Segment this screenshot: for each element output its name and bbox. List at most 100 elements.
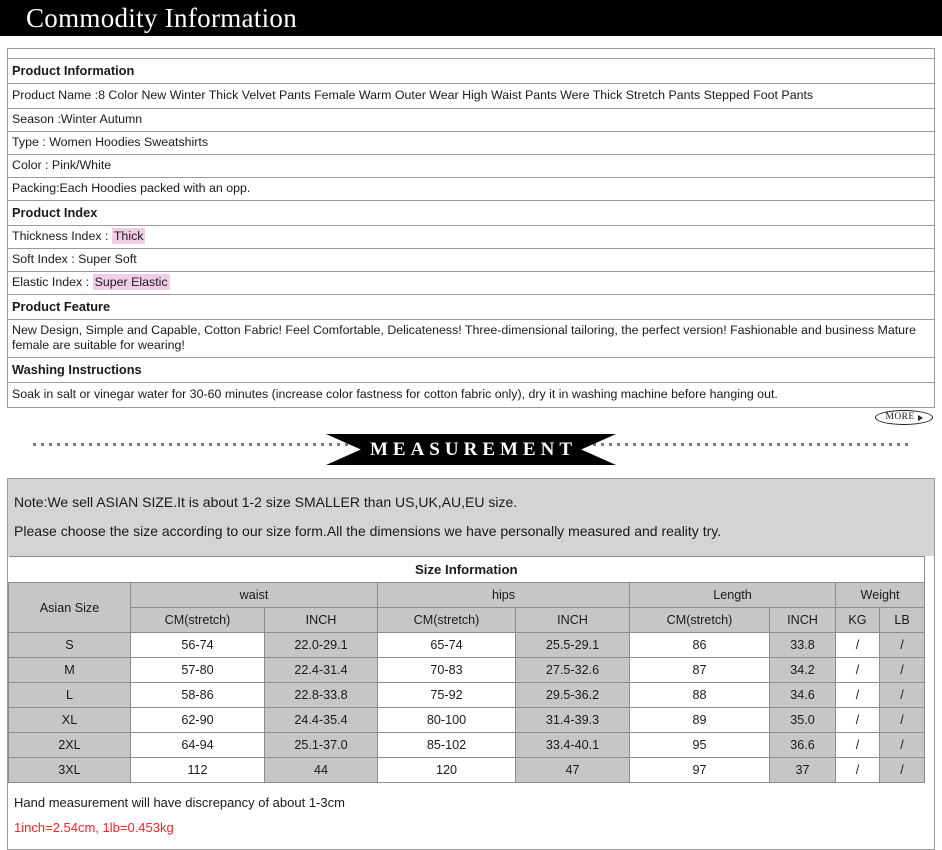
cell-waist-inch: 44	[264, 757, 378, 783]
product-feature-heading: Product Feature	[8, 294, 934, 320]
cell-waist-cm: 57-80	[130, 657, 265, 683]
soft-index-row: Soft Index : Super Soft	[8, 248, 934, 272]
size-note-line-1: Note:We sell ASIAN SIZE.It is about 1-2 …	[14, 494, 518, 510]
cell-size: S	[8, 632, 131, 658]
table-spacer-row	[8, 49, 934, 59]
cell-length-cm: 89	[629, 707, 770, 733]
product-information-heading: Product Information	[8, 58, 934, 84]
more-button-row: MORE	[0, 410, 942, 432]
cell-hips-inch: 33.4-40.1	[515, 732, 630, 758]
cell-kg: /	[835, 682, 880, 708]
subheader-hips-inch: INCH	[515, 607, 630, 633]
table-row: New Design, Simple and Capable, Cotton F…	[8, 319, 934, 358]
cell-kg: /	[835, 757, 880, 783]
header-weight: Weight	[834, 582, 926, 608]
cell-length-inch: 35.0	[769, 707, 836, 733]
cell-hips-cm: 65-74	[377, 632, 516, 658]
cell-hips-cm: 120	[377, 757, 516, 783]
cell-waist-inch: 22.0-29.1	[264, 632, 378, 658]
subheader-kg: KG	[835, 607, 880, 633]
table-subheader-row: CM(stretch) INCH CM(stretch) INCH CM(str…	[9, 607, 926, 633]
cell-hips-cm: 70-83	[377, 657, 516, 683]
cell-hips-cm: 75-92	[377, 682, 516, 708]
table-row: Product Information	[8, 58, 934, 84]
hand-measurement-note: Hand measurement will have discrepancy o…	[14, 795, 345, 810]
cell-length-inch: 34.2	[769, 657, 836, 683]
cell-hips-cm: 85-102	[377, 732, 516, 758]
cell-size: L	[8, 682, 131, 708]
product-index-heading: Product Index	[8, 200, 934, 226]
cell-length-cm: 87	[629, 657, 770, 683]
cell-waist-inch: 22.8-33.8	[264, 682, 378, 708]
more-button-label: MORE	[885, 411, 915, 422]
washing-instructions-text: Soak in salt or vinegar water for 30-60 …	[8, 382, 934, 408]
cell-length-cm: 97	[629, 757, 770, 783]
table-row: Soft Index : Super Soft	[8, 248, 934, 272]
table-row: Size Information	[8, 556, 926, 583]
table-row: S 56-74 22.0-29.1 65-74 25.5-29.1 86 33.…	[8, 632, 926, 658]
table-row: 3XL 112 44 120 47 97 37 / /	[8, 757, 926, 783]
cell-waist-cm: 56-74	[130, 632, 265, 658]
cell-length-inch: 33.8	[769, 632, 836, 658]
table-row: Elastic Index : Super Elastic	[8, 271, 934, 295]
cell-lb: /	[878, 632, 926, 658]
cell-waist-cm: 64-94	[130, 732, 265, 758]
header-asian-size: Asian Size	[8, 582, 131, 633]
table-row: Color : Pink/White	[8, 154, 934, 178]
header-hips: hips	[377, 582, 630, 608]
cell-lb: /	[878, 757, 926, 783]
cell-length-inch: 34.6	[769, 682, 836, 708]
type-row: Type : Women Hoodies Sweatshirts	[8, 131, 934, 155]
thickness-index-label: Thickness Index :	[12, 229, 112, 243]
table-row: Type : Women Hoodies Sweatshirts	[8, 131, 934, 155]
table-row: Season :Winter Autumn	[8, 108, 934, 132]
product-name-row: Product Name :8 Color New Winter Thick V…	[8, 83, 934, 109]
table-row: Thickness Index : Thick	[8, 225, 934, 249]
elastic-index-value: Super Elastic	[92, 274, 170, 290]
season-row: Season :Winter Autumn	[8, 108, 934, 132]
subheader-waist-inch: INCH	[264, 607, 378, 633]
cell-lb: /	[878, 682, 926, 708]
spacer-cell	[8, 49, 934, 59]
measurement-banner: MEASUREMENT	[326, 434, 616, 465]
page-title: Commodity Information	[26, 2, 298, 33]
table-row: Soak in salt or vinegar water for 30-60 …	[8, 382, 934, 408]
table-row: Product Name :8 Color New Winter Thick V…	[8, 83, 934, 109]
subheader-length-cm: CM(stretch)	[629, 607, 770, 633]
product-feature-text: New Design, Simple and Capable, Cotton F…	[8, 319, 934, 358]
thickness-index-value: Thick	[111, 228, 146, 244]
cell-size: 3XL	[8, 757, 131, 783]
cell-kg: /	[835, 732, 880, 758]
cell-hips-cm: 80-100	[377, 707, 516, 733]
page-title-bar: Commodity Information	[0, 0, 942, 36]
packing-row: Packing:Each Hoodies packed with an opp.	[8, 177, 934, 201]
measurement-footer: Hand measurement will have discrepancy o…	[8, 783, 934, 849]
elastic-index-label: Elastic Index :	[12, 275, 93, 289]
size-notes: Note:We sell ASIAN SIZE.It is about 1-2 …	[8, 479, 934, 556]
cell-waist-inch: 25.1-37.0	[264, 732, 378, 758]
header-waist: waist	[130, 582, 378, 608]
cell-length-cm: 95	[629, 732, 770, 758]
cell-size: XL	[8, 707, 131, 733]
cell-length-inch: 36.6	[769, 732, 836, 758]
product-information-panel: Product Information Product Name :8 Colo…	[7, 48, 935, 408]
table-row: Product Feature	[8, 294, 934, 320]
table-row: Washing Instructions	[8, 357, 934, 383]
measurement-banner-label: MEASUREMENT	[369, 439, 577, 460]
elastic-index-row: Elastic Index : Super Elastic	[8, 271, 934, 295]
subheader-waist-cm: CM(stretch)	[130, 607, 265, 633]
cell-lb: /	[878, 732, 926, 758]
table-row: Product Index	[8, 200, 934, 226]
subheader-lb: LB	[878, 607, 926, 633]
cell-hips-inch: 31.4-39.3	[515, 707, 630, 733]
cell-waist-inch: 24.4-35.4	[264, 707, 378, 733]
play-arrow-icon	[917, 414, 923, 421]
table-row: 2XL 64-94 25.1-37.0 85-102 33.4-40.1 95 …	[8, 732, 926, 758]
cell-hips-inch: 29.5-36.2	[515, 682, 630, 708]
cell-hips-inch: 25.5-29.1	[515, 632, 630, 658]
cell-size: M	[8, 657, 131, 683]
table-row: XL 62-90 24.4-35.4 80-100 31.4-39.3 89 3…	[8, 707, 926, 733]
cell-kg: /	[835, 707, 880, 733]
cell-waist-cm: 62-90	[130, 707, 265, 733]
more-button[interactable]: MORE	[875, 410, 933, 425]
